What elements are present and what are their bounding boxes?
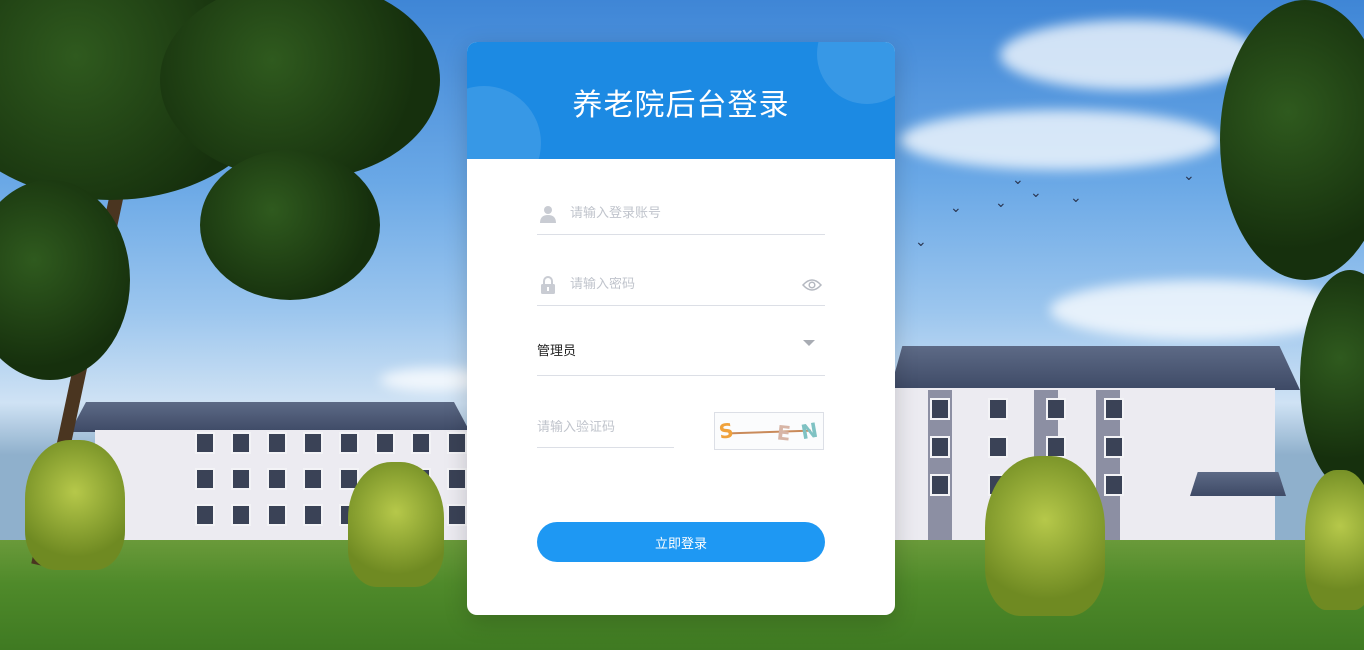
- captcha-noise-line: [728, 429, 812, 435]
- willow-tree: [348, 462, 444, 587]
- cloud: [900, 110, 1220, 170]
- user-icon: [539, 205, 557, 223]
- caret-down-icon: [803, 340, 815, 346]
- login-card: 养老院后台登录 管理员: [467, 42, 895, 615]
- willow-tree: [1305, 470, 1364, 610]
- willow-tree: [25, 440, 125, 570]
- tree-canopy: [200, 150, 380, 300]
- username-input[interactable]: [570, 206, 825, 221]
- captcha-field: [537, 407, 674, 448]
- username-field: [537, 193, 825, 235]
- captcha-char: N: [799, 417, 820, 445]
- bird-icon: ⌄: [1030, 185, 1042, 201]
- captcha-image[interactable]: S E N: [714, 412, 824, 450]
- bird-icon: ⌄: [1070, 190, 1082, 206]
- role-select-value: 管理员: [537, 344, 577, 359]
- eye-icon[interactable]: [801, 276, 823, 294]
- bird-icon: ⌄: [1012, 172, 1024, 188]
- captcha-char: S: [717, 418, 736, 444]
- password-field: [537, 264, 825, 306]
- captcha-input[interactable]: [537, 419, 674, 435]
- bird-icon: ⌄: [1183, 168, 1195, 184]
- porch-roof: [1190, 472, 1286, 496]
- captcha-char: E: [775, 420, 792, 446]
- lock-icon: [539, 275, 557, 294]
- cloud: [1000, 20, 1260, 90]
- page-title: 养老院后台登录: [572, 88, 790, 123]
- password-input[interactable]: [570, 277, 801, 292]
- bird-icon: ⌄: [950, 200, 962, 216]
- login-card-header: 养老院后台登录: [467, 42, 895, 159]
- login-button[interactable]: 立即登录: [537, 522, 825, 562]
- building-roof: [890, 346, 1300, 390]
- building-roof: [70, 402, 470, 432]
- role-select[interactable]: 管理员: [537, 326, 825, 376]
- bird-icon: ⌄: [995, 195, 1007, 211]
- willow-tree: [985, 456, 1105, 616]
- bird-icon: ⌄: [915, 234, 927, 250]
